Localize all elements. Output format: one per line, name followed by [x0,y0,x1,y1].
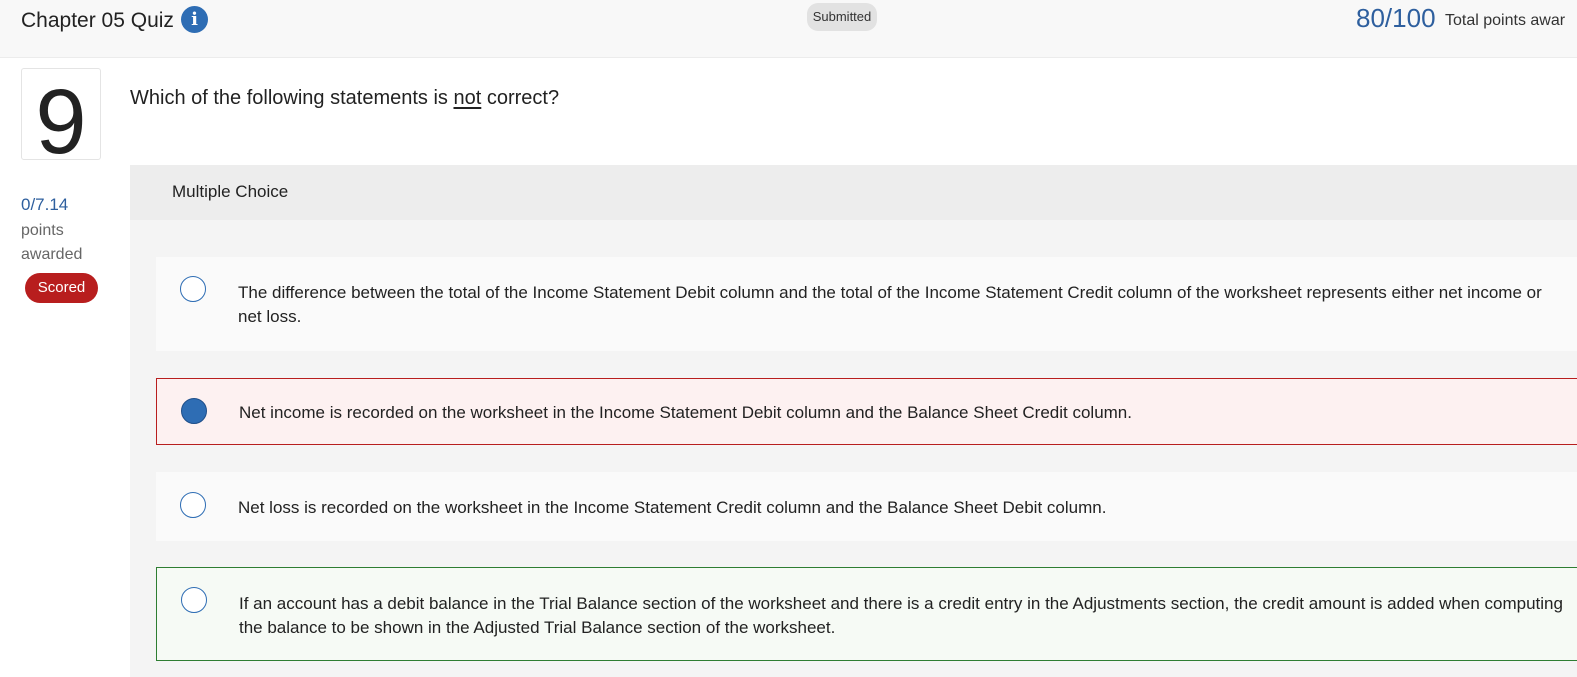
points-awarded-label: points awarded [21,222,83,263]
answer-choice-3[interactable]: Net loss is recorded on the worksheet in… [156,472,1577,541]
question-text-start: Which of the following statements is [130,87,454,109]
answer-choice-2-selected-incorrect[interactable]: Net income is recorded on the worksheet … [156,378,1577,445]
answer-choice-text: Net income is recorded on the worksheet … [239,403,1132,422]
answer-choice-text: If an account has a debit balance in the… [239,594,1563,637]
radio-button[interactable] [181,587,207,613]
question-type-label: Multiple Choice [172,182,289,201]
question-emphasis: not [453,87,482,109]
radio-button[interactable] [180,492,206,518]
question-number: 9 [35,71,87,160]
answer-panel: Multiple Choice The difference between t… [130,165,1577,677]
quiz-title: Chapter 05 Quiz [21,9,174,32]
answer-choice-text: The difference between the total of the … [238,283,1542,326]
answer-choice-1[interactable]: The difference between the total of the … [156,257,1577,351]
total-score: 80/100 [1356,3,1436,33]
radio-button-checked[interactable] [181,398,207,424]
submitted-status-badge: Submitted [807,3,877,31]
info-icon[interactable]: i [181,6,208,33]
total-score-label: Total points awar [1445,12,1566,29]
question-number-box: 9 [21,68,101,160]
answer-panel-header: Multiple Choice [130,165,1577,220]
answer-choice-text: Net loss is recorded on the worksheet in… [238,498,1107,517]
answer-choice-4-correct[interactable]: If an account has a debit balance in the… [156,567,1577,661]
radio-button[interactable] [180,276,206,302]
quiz-header: Chapter 05 Quiz i Submitted 80/100 Total… [0,0,1577,58]
points-awarded-value: 0/7.14 [21,195,69,214]
scored-badge: Scored [25,273,98,303]
question-text-end: correct? [481,87,560,109]
question-prompt: Which of the following statements is not… [130,87,559,110]
